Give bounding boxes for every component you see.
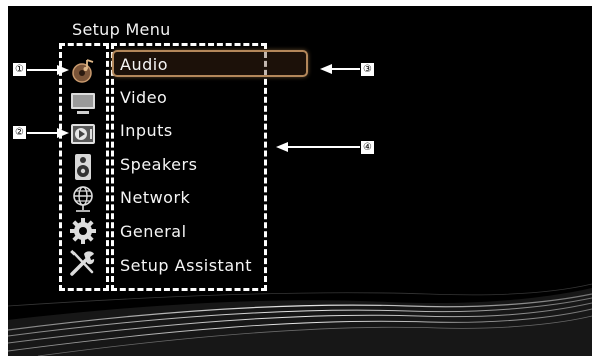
speaker-icon[interactable] <box>68 152 98 182</box>
callout-2-arrow <box>27 128 69 138</box>
globe-network-icon[interactable] <box>68 184 98 214</box>
audio-icon[interactable] <box>68 56 98 86</box>
tools-icon[interactable] <box>68 248 98 278</box>
video-monitor-icon[interactable] <box>68 88 98 118</box>
callout-3-arrow <box>320 64 360 74</box>
menu-title: Setup Menu <box>72 20 171 39</box>
menu-item-speakers[interactable]: Speakers <box>120 151 197 179</box>
callout-4: ④ <box>360 140 375 155</box>
callout-4-arrow <box>276 142 360 152</box>
callout-3: ③ <box>360 62 375 77</box>
gear-icon[interactable] <box>68 216 98 246</box>
callout-1: ① <box>12 62 27 77</box>
menu-item-video[interactable]: Video <box>120 84 167 112</box>
inputs-icon[interactable] <box>68 119 98 149</box>
callout-1-arrow <box>27 65 69 75</box>
menu-item-setup-assistant[interactable]: Setup Assistant <box>120 252 252 280</box>
menu-item-inputs[interactable]: Inputs <box>120 117 173 145</box>
menu-item-general[interactable]: General <box>120 218 187 246</box>
callout-2: ② <box>12 125 27 140</box>
menu-item-network[interactable]: Network <box>120 184 190 212</box>
menu-item-audio[interactable]: Audio <box>120 51 168 79</box>
